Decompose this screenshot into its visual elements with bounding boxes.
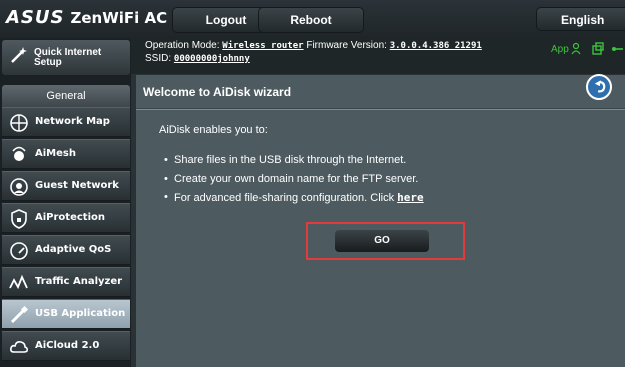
sidebar-item-label: AiMesh [35,148,76,159]
go-button[interactable]: GO [335,230,429,252]
firmware-label: Firmware Version: [306,40,387,51]
sidebar-item-label: AiProtection [35,212,105,223]
sidebar-item-adaptive-qos[interactable]: Adaptive QoS [2,235,130,265]
shield-icon [11,209,27,229]
op-mode-label: Operation Mode: [145,40,220,51]
ssid-label: SSID: [145,53,172,64]
gauge-icon [10,242,28,260]
quick-setup-label: Quick Internet Setup [34,47,102,68]
op-mode-link[interactable]: Wireless router [222,41,303,51]
guest-network-icon [10,178,28,196]
sidebar-item-aiprotection[interactable]: AiProtection [2,203,130,233]
network-map-icon [10,114,28,132]
magic-wand-icon [11,47,27,63]
sidebar-item-label: Network Map [35,116,110,127]
main-panel [136,75,625,367]
aimesh-icon [12,146,26,161]
bullet-item: Share files in the USB disk through the … [164,154,406,166]
bullet-item: Create your own domain name for the FTP … [164,173,418,185]
firmware-link[interactable]: 3.0.0.4.386_21291 [390,41,482,51]
sidebar-item-label: Traffic Analyzer [35,276,123,287]
sidebar-item-label: Guest Network [35,180,119,191]
users-icon[interactable] [571,42,585,56]
bullet-text: For advanced file-sharing configuration.… [174,192,395,204]
sidebar-item-guest-network[interactable]: Guest Network [2,171,130,201]
sidebar-item-label: USB Application [35,308,126,319]
sidebar-item-aimesh[interactable]: AiMesh [2,139,130,169]
bullet-item-advanced: For advanced file-sharing configuration.… [164,191,424,204]
ssid-info: SSID: 00000000johnny [145,53,250,64]
app-link[interactable]: App [551,44,569,55]
reboot-button[interactable]: Reboot [258,7,364,33]
brand-name: ASUS [6,7,65,28]
brand-logo: ASUS ZenWiFi AC [6,7,167,28]
language-select[interactable]: English ▼ [536,7,625,31]
cloud-icon [10,341,29,353]
sidebar-item-label: AiCloud 2.0 [35,340,100,351]
language-value: English [561,13,605,27]
general-section-header: General [2,85,130,107]
here-link[interactable]: here [397,191,424,204]
intro-text: AiDisk enables you to: [159,124,268,136]
divider [136,109,625,110]
back-icon[interactable] [586,74,612,100]
sidebar-item-label: Adaptive QoS [35,244,112,255]
usb-icon [10,305,29,324]
model-name: ZenWiFi AC [70,9,168,27]
operation-info: Operation Mode: Wireless router Firmware… [145,40,482,51]
sidebar-item-traffic-analyzer[interactable]: Traffic Analyzer [2,267,130,297]
sidebar-item-aicloud[interactable]: AiCloud 2.0 [2,331,130,361]
sidebar-item-usb-application[interactable]: USB Application [2,299,130,329]
ssid-link[interactable]: 00000000johnny [174,54,250,64]
copy-icon[interactable] [591,42,605,56]
page-title: Welcome to AiDisk wizard [143,85,292,99]
traffic-icon [9,274,28,290]
sidebar-item-network-map[interactable]: Network Map [2,107,130,137]
usb-status-icon[interactable] [610,42,624,56]
quick-internet-setup-button[interactable]: Quick Internet Setup [2,40,130,75]
